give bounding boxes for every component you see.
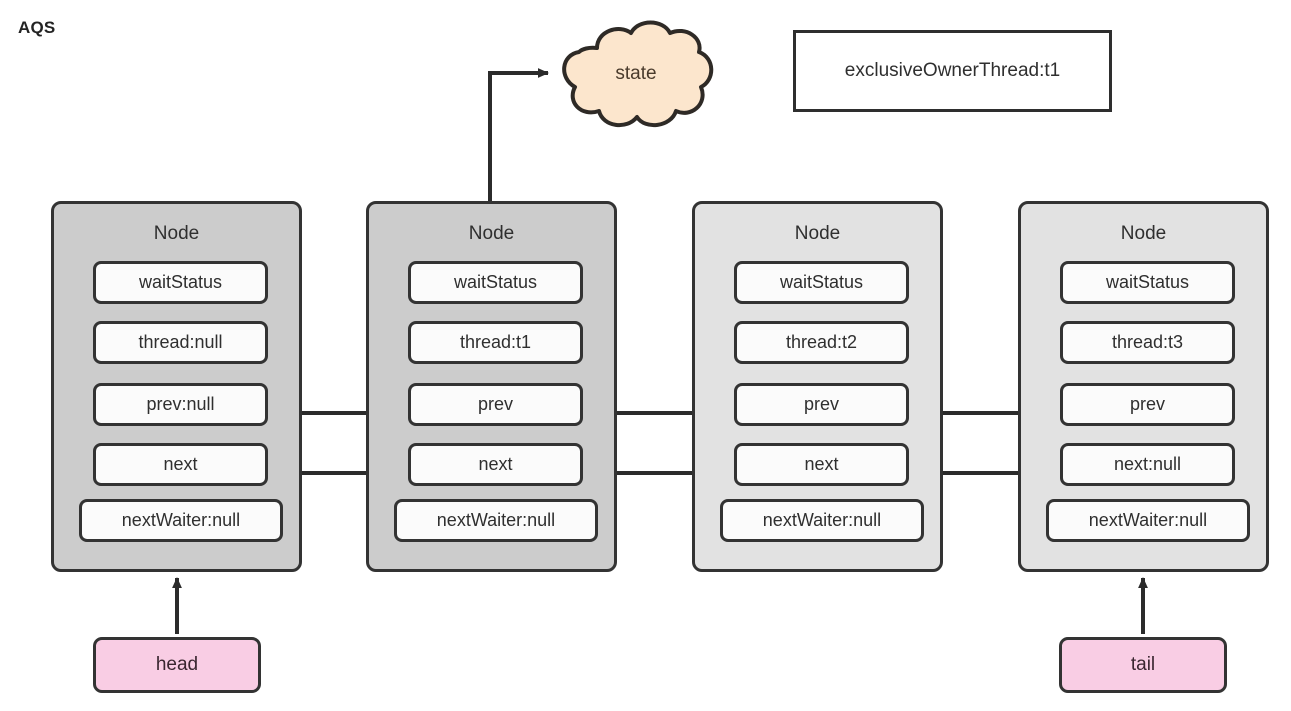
node-card-2: Node waitStatus thread:t1 prev next next…	[366, 201, 617, 572]
page-title: AQS	[18, 18, 56, 37]
node-title: Node	[1120, 223, 1167, 244]
node-card-3: Node waitStatus thread:t2 prev next next…	[692, 201, 943, 572]
node-field-nextwaiter: nextWaiter:null	[1046, 499, 1250, 542]
node-field-next: next:null	[1060, 443, 1235, 486]
aqs-diagram-canvas: AQS state exclusiveOwnerThread:t1 Node w…	[0, 0, 1291, 711]
state-cloud: state	[553, 14, 719, 139]
node-field-thread: thread:t2	[734, 321, 909, 364]
node-field-thread: thread:t3	[1060, 321, 1235, 364]
node-field-prev: prev:null	[93, 383, 268, 426]
node-field-thread: thread:null	[93, 321, 268, 364]
node-field-nextwaiter: nextWaiter:null	[394, 499, 598, 542]
node-field-prev: prev	[408, 383, 583, 426]
tail-pointer-box: tail	[1059, 637, 1227, 693]
node-field-nextwaiter: nextWaiter:null	[720, 499, 924, 542]
node-field-waitstatus: waitStatus	[734, 261, 909, 304]
head-pointer-box: head	[93, 637, 261, 693]
node-field-prev: prev	[1060, 383, 1235, 426]
node-field-next: next	[408, 443, 583, 486]
node-field-next: next	[734, 443, 909, 486]
wire-node2-to-state	[488, 68, 549, 201]
node-card-1: Node waitStatus thread:null prev:null ne…	[51, 201, 302, 572]
node-field-thread: thread:t1	[408, 321, 583, 364]
node-field-waitstatus: waitStatus	[408, 261, 583, 304]
node-field-nextwaiter: nextWaiter:null	[79, 499, 283, 542]
node-field-waitstatus: waitStatus	[93, 261, 268, 304]
node-field-prev: prev	[734, 383, 909, 426]
node-card-4: Node waitStatus thread:t3 prev next:null…	[1018, 201, 1269, 572]
exclusive-owner-thread-box: exclusiveOwnerThread:t1	[793, 30, 1112, 112]
node-title: Node	[153, 223, 200, 244]
node-title: Node	[794, 223, 841, 244]
node-field-next: next	[93, 443, 268, 486]
node-title: Node	[468, 223, 515, 244]
cloud-icon	[562, 20, 714, 128]
node-field-waitstatus: waitStatus	[1060, 261, 1235, 304]
